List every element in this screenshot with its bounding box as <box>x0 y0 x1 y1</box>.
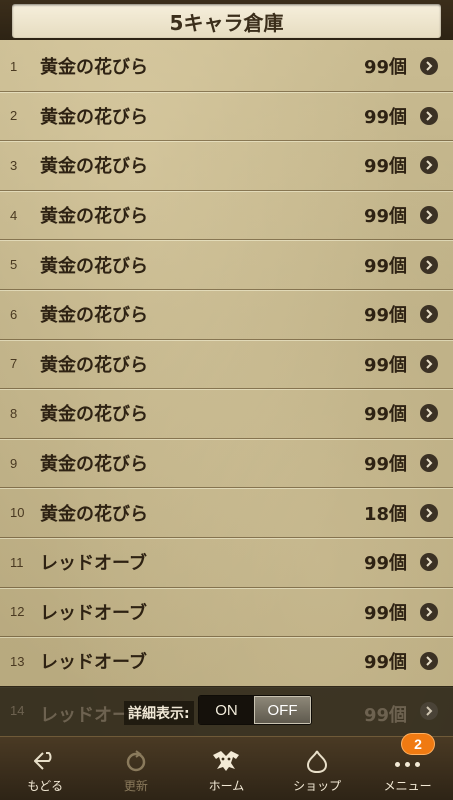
bottom-nav: もどる 更新 ホーム ショップ 2 メニュー <box>0 733 453 800</box>
list-item-quantity: 99個 <box>363 57 407 79</box>
list-item-name: 黄金の花びら <box>40 305 148 327</box>
list-item-quantity: 99個 <box>363 106 407 128</box>
nav-refresh-button[interactable]: 更新 <box>91 737 182 800</box>
list-item[interactable]: 8 黄金の花びら 99個 <box>0 389 453 439</box>
list-item-name: 黄金の花びら <box>40 156 148 178</box>
list-item[interactable]: 5 黄金の花びら 99個 <box>0 240 453 290</box>
chevron-right-icon <box>420 354 438 373</box>
list-item-quantity: 99個 <box>363 206 407 228</box>
list-item[interactable]: 2 黄金の花びら 99個 <box>0 92 453 142</box>
list-item[interactable]: 13 レッドオーブ 99個 <box>0 637 453 687</box>
list-item-number: 10 <box>10 505 25 521</box>
chevron-right-icon <box>420 255 438 274</box>
list-item-name: 黄金の花びら <box>40 206 148 228</box>
detail-display-toggle: ON OFF <box>198 695 312 725</box>
list-item-name: レッドオーブ <box>40 652 147 674</box>
chevron-right-icon <box>420 57 438 76</box>
list-item-number: 9 <box>10 455 18 471</box>
list-item-number: 1 <box>10 58 18 74</box>
detail-display-label: 詳細表示: <box>124 701 194 725</box>
detail-toggle-bar: 14 レッドオー 99個 詳細表示: ON OFF <box>0 686 453 736</box>
list-item[interactable]: 3 黄金の花びら 99個 <box>0 141 453 191</box>
item-list: 1 黄金の花びら 99個 2 黄金の花びら 99個 3 黄金の花びら 99個 4 黄金の花びら 99個… <box>0 42 453 687</box>
list-item-quantity: 99個 <box>363 255 407 277</box>
list-item-number: 11 <box>10 554 24 570</box>
list-item-name: 黄金の花びら <box>40 106 148 128</box>
list-item-name: レッドオー <box>40 705 130 726</box>
nav-refresh-label: 更新 <box>123 779 148 793</box>
list-item[interactable]: 4 黄金の花びら 99個 <box>0 191 453 241</box>
chevron-right-icon <box>420 454 438 473</box>
list-item-number: 8 <box>10 405 18 421</box>
chevron-right-icon <box>420 702 438 720</box>
nav-menu-label: メニュー <box>383 779 432 793</box>
header: 5キャラ倉庫 <box>0 0 453 40</box>
list-item-number: 13 <box>10 653 25 669</box>
list-item-number: 5 <box>10 257 18 273</box>
chevron-right-icon <box>420 652 438 671</box>
list-item[interactable]: 1 黄金の花びら 99個 <box>0 42 453 92</box>
list-item[interactable]: 6 黄金の花びら 99個 <box>0 290 453 340</box>
chevron-right-icon <box>420 305 438 324</box>
page-title: 5キャラ倉庫 <box>12 4 441 38</box>
list-item-name: 黄金の花びら <box>40 57 148 79</box>
chevron-right-icon <box>420 404 438 423</box>
list-item-name: 黄金の花びら <box>40 255 148 277</box>
more-dots-icon <box>395 762 421 767</box>
list-item[interactable]: 9 黄金の花びら 99個 <box>0 439 453 489</box>
toggle-off-button[interactable]: OFF <box>254 696 311 724</box>
list-item-quantity: 99個 <box>363 354 407 376</box>
list-item-number: 4 <box>10 207 18 223</box>
list-item[interactable]: 11 レッドオーブ 99個 <box>0 538 453 588</box>
list-item-name: 黄金の花びら <box>40 503 148 525</box>
back-arrow-icon <box>34 752 52 770</box>
list-item-number: 12 <box>10 604 25 620</box>
list-item-number: 14 <box>10 703 25 718</box>
list-item-number: 6 <box>10 306 18 322</box>
toggle-on-button[interactable]: ON <box>199 696 254 724</box>
nav-back-label: もどる <box>27 779 64 793</box>
list-item-quantity: 99個 <box>363 705 407 726</box>
list-item-name: レッドオーブ <box>40 553 147 575</box>
list-item-number: 7 <box>10 356 18 372</box>
list-item-quantity: 18個 <box>363 503 407 525</box>
nav-menu-button[interactable]: 2 メニュー <box>362 733 453 800</box>
nav-shop-button[interactable]: ショップ <box>272 737 363 800</box>
list-item[interactable]: 12 レッドオーブ 99個 <box>0 588 453 638</box>
list-item-quantity: 99個 <box>363 404 407 426</box>
nav-home-label: ホーム <box>208 779 245 793</box>
chevron-right-icon <box>420 602 438 621</box>
app: 5キャラ倉庫 1 黄金の花びら 99個 2 黄金の花びら 99個 3 黄金の花びら 99個 4 黄金… <box>0 0 453 800</box>
list-item-quantity: 99個 <box>363 454 407 476</box>
list-item[interactable]: 7 黄金の花びら 99個 <box>0 340 453 390</box>
shop-slime-icon <box>307 750 328 773</box>
list-item-quantity: 99個 <box>363 652 407 674</box>
nav-shop-label: ショップ <box>293 779 342 793</box>
list-item-quantity: 99個 <box>363 553 407 575</box>
list-item-quantity: 99個 <box>363 305 407 327</box>
chevron-right-icon <box>420 156 438 175</box>
list-item-quantity: 99個 <box>363 156 407 178</box>
list-item-name: レッドオーブ <box>40 602 147 624</box>
list-item-quantity: 99個 <box>363 602 407 624</box>
list-item-name: 黄金の花びら <box>40 404 148 426</box>
home-dragon-icon <box>213 751 240 771</box>
chevron-right-icon <box>420 553 438 572</box>
chevron-right-icon <box>420 106 438 125</box>
list-item-number: 2 <box>10 108 18 124</box>
chevron-right-icon <box>420 206 438 225</box>
chevron-right-icon <box>420 503 438 522</box>
nav-back-button[interactable]: もどる <box>0 737 91 800</box>
list-item-name: 黄金の花びら <box>40 354 148 376</box>
list-item-number: 3 <box>10 157 18 173</box>
list-item-name: 黄金の花びら <box>40 454 148 476</box>
notification-badge: 2 <box>400 733 435 755</box>
refresh-icon <box>126 750 146 772</box>
nav-home-button[interactable]: ホーム <box>181 737 272 800</box>
list-item[interactable]: 10 黄金の花びら 18個 <box>0 488 453 538</box>
